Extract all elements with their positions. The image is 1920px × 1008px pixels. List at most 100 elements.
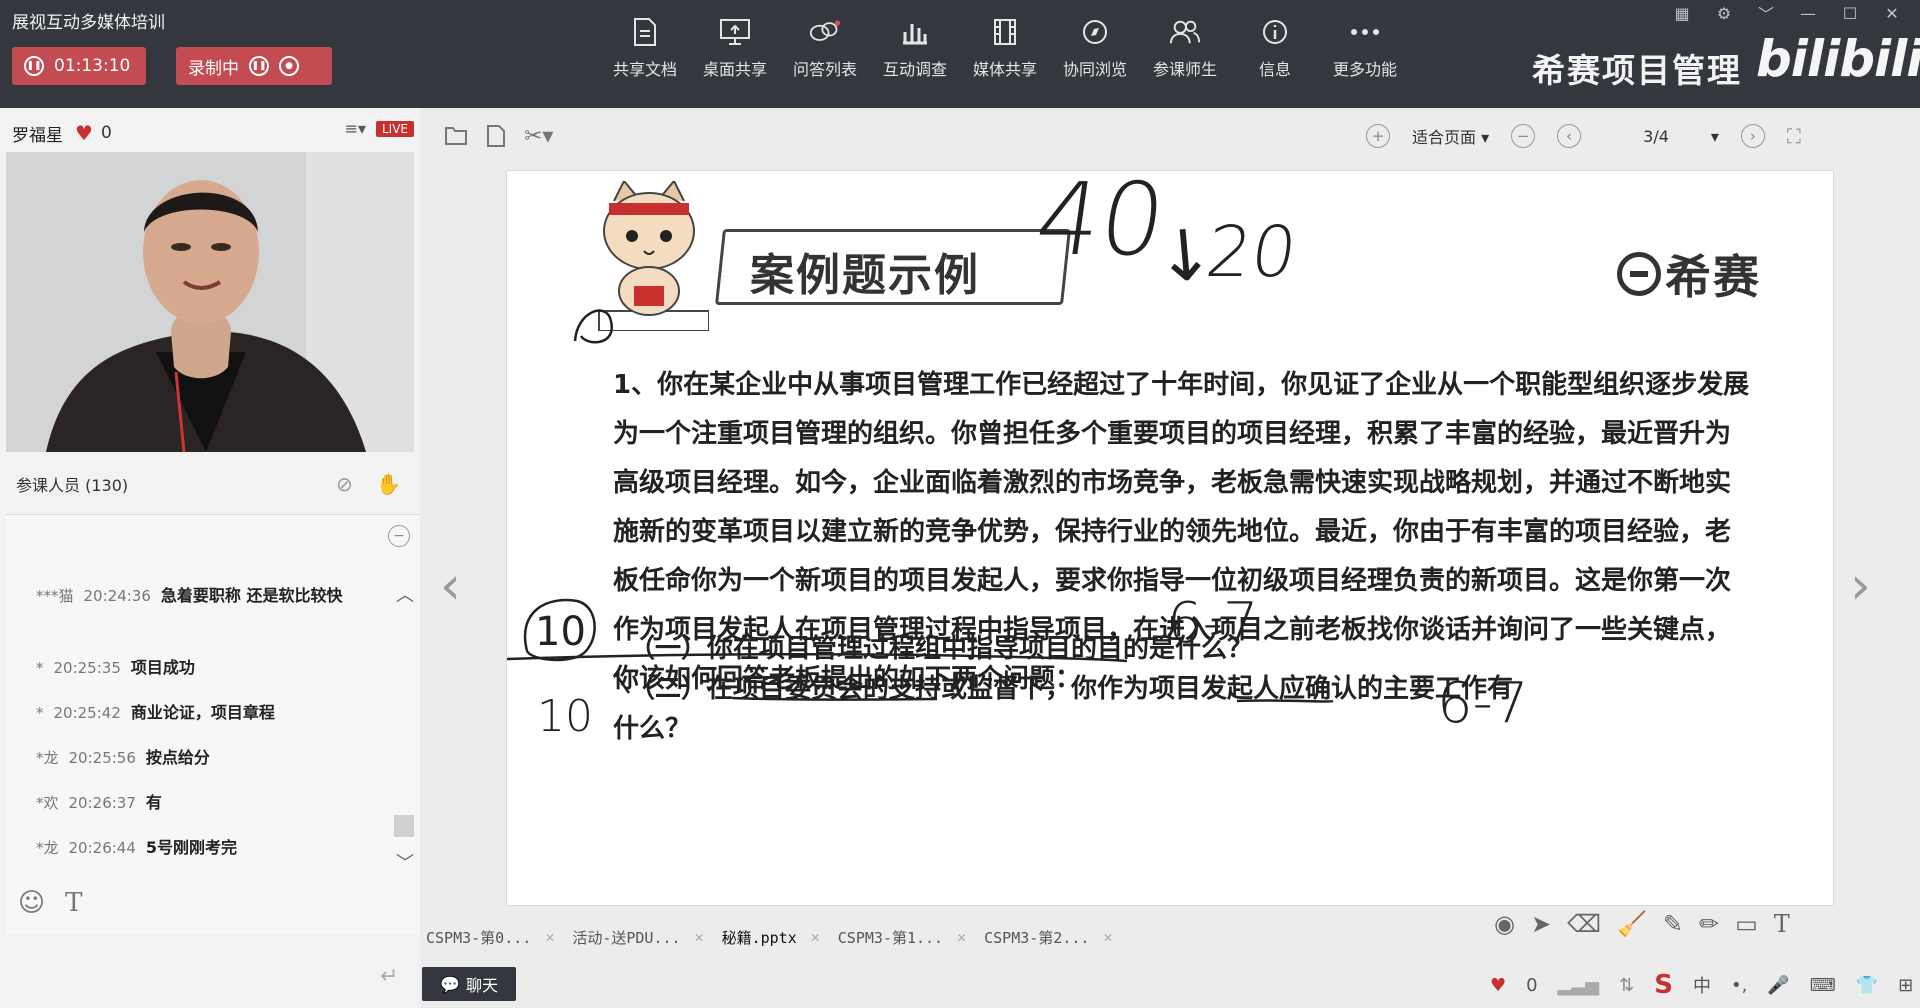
scroll-down-icon[interactable]: ﹀	[396, 849, 414, 875]
send-icon[interactable]: ↵	[380, 964, 398, 989]
text-format-icon[interactable]: T	[65, 888, 82, 918]
chat-message: *欢 20:26:37 有	[36, 793, 162, 812]
film-icon	[989, 16, 1021, 48]
pause-timer-button[interactable]: ❚❚ 01:13:10	[12, 47, 146, 85]
zoom-select[interactable]: 适合页面 ▾	[1412, 124, 1489, 148]
emoji-icon[interactable]: ☺	[18, 888, 45, 918]
file-tab[interactable]: 活动-送PDU... ✕	[566, 922, 709, 952]
brand-name: 希赛项目管理	[1532, 51, 1742, 90]
close-tab-icon[interactable]: ✕	[1103, 928, 1112, 946]
page-dropdown-icon[interactable]: ▾	[1711, 127, 1719, 146]
tool-co-browse[interactable]: 协同浏览	[1050, 16, 1140, 80]
bilibili-logo: bilibili	[1756, 30, 1920, 88]
fullscreen-icon[interactable]: ⛶	[1787, 124, 1801, 148]
handwriting-10: 10	[537, 691, 593, 742]
close-tab-icon[interactable]: ✕	[957, 928, 966, 946]
hand-raise-icon[interactable]: ✋	[376, 472, 401, 496]
signal-icon: ▂▃▅	[1557, 974, 1600, 996]
sub-question-1: （一）你在项目管理过程组中指导项目的目的是什么？	[629, 634, 1254, 664]
camera-off-icon[interactable]: ⊘	[336, 472, 353, 496]
chat-message: *龙 20:26:44 5号刚刚考完	[36, 838, 238, 857]
settings-icon[interactable]: ⚙	[1706, 2, 1742, 24]
bottom-likes-count: 0	[1526, 974, 1538, 996]
record-dot-icon[interactable]: ◉	[1494, 910, 1515, 938]
collapse-chat-icon[interactable]: −	[388, 525, 410, 547]
annotation-tools: ◉ ➤ ⌫ 🧹 ✎ ✏ ▭ T	[1494, 910, 1790, 938]
app-title: 展视互动多媒体培训	[12, 13, 165, 33]
recording-status: 录制中	[188, 58, 239, 79]
scrollbar-thumb[interactable]	[394, 815, 414, 837]
recording-button[interactable]: 录制中 ❚❚ ●	[176, 47, 332, 85]
handwriting-20: 20	[1201, 211, 1302, 293]
close-icon[interactable]: ✕	[1874, 2, 1910, 24]
keyboard-icon[interactable]: ⌨	[1810, 975, 1836, 996]
qa-list-icon	[809, 16, 841, 48]
collapse-icon[interactable]: ﹀	[1748, 2, 1784, 24]
tool-media-share[interactable]: 媒体共享	[960, 16, 1050, 80]
zoom-out-icon[interactable]: −	[1511, 124, 1536, 148]
highlighter-icon[interactable]: ✎	[1663, 910, 1683, 938]
window-controls: ▦ ⚙ ﹀ — ☐ ✕	[1664, 2, 1910, 25]
punctuation-icon[interactable]: •,	[1731, 975, 1747, 996]
page-indicator[interactable]: 3/4	[1643, 127, 1669, 146]
minimize-icon[interactable]: —	[1790, 2, 1826, 24]
tool-qa-list[interactable]: 问答列表	[780, 16, 870, 80]
pause-icon: ❚❚	[24, 56, 44, 76]
pointer-icon[interactable]: ➤	[1531, 910, 1551, 938]
close-tab-icon[interactable]: ✕	[545, 928, 554, 946]
close-tab-icon[interactable]: ✕	[695, 928, 704, 946]
tool-desktop-share[interactable]: 桌面共享	[690, 16, 780, 80]
file-tab[interactable]: CSPM3-第0... ✕	[420, 922, 560, 952]
ime-s-icon[interactable]: S	[1654, 970, 1673, 1000]
stop-recording-icon[interactable]: ●	[279, 56, 299, 76]
layout-icon[interactable]: ▦	[1664, 2, 1700, 24]
info-icon	[1259, 16, 1291, 48]
next-page-icon[interactable]: ›	[1740, 124, 1765, 148]
participants-label: 参课人员 (130)	[16, 476, 129, 495]
file-tab[interactable]: CSPM3-第1... ✕	[832, 922, 972, 952]
pen-icon[interactable]: ✏	[1699, 910, 1719, 938]
tool-info[interactable]: 信息	[1230, 16, 1320, 80]
zoom-in-icon[interactable]: +	[1366, 124, 1390, 148]
skin-icon[interactable]: 👕	[1856, 975, 1878, 996]
open-folder-icon[interactable]	[444, 124, 468, 152]
file-tab-active[interactable]: 秘籍.pptx ✕	[716, 922, 826, 952]
close-tab-icon[interactable]: ✕	[811, 928, 820, 946]
participants-row: 参课人员 (130) ⊘ ✋	[16, 472, 406, 496]
chat-button[interactable]: 💬 聊天	[422, 967, 516, 1001]
clear-icon[interactable]: 🧹	[1617, 910, 1647, 938]
mic-icon[interactable]: 🎤	[1767, 975, 1789, 996]
desktop-share-icon	[719, 16, 751, 48]
eraser-icon[interactable]: ⌫	[1567, 910, 1601, 938]
timer-text: 01:13:10	[54, 56, 131, 76]
scissors-icon[interactable]: ✂▾	[524, 124, 553, 152]
tool-more[interactable]: 更多功能	[1320, 16, 1410, 80]
prev-page-icon[interactable]: ‹	[1557, 124, 1582, 148]
chat-input-row: ☺ T	[18, 888, 82, 918]
next-slide-arrow[interactable]: ›	[1850, 556, 1871, 616]
live-badge: LIVE	[375, 121, 414, 137]
ime-language[interactable]: 中	[1693, 972, 1711, 998]
new-document-icon[interactable]	[486, 124, 506, 152]
document-toolbar: ✂▾ + 适合页面 ▾ − ‹ 3/4 ▾ › ⛶	[430, 120, 1910, 154]
users-icon	[1169, 16, 1201, 48]
scroll-up-icon[interactable]: ︿	[396, 581, 414, 607]
chat-message: * 20:25:42 商业论证，项目章程	[36, 703, 275, 722]
file-tab[interactable]: CSPM3-第2... ✕	[978, 922, 1118, 952]
clipped-message	[42, 545, 46, 557]
heart-icon[interactable]: ♥	[75, 121, 93, 145]
text-tool-icon[interactable]: T	[1774, 910, 1790, 938]
document-share-icon	[629, 16, 661, 48]
rectangle-icon[interactable]: ▭	[1735, 910, 1758, 938]
prev-slide-arrow[interactable]: ‹	[440, 556, 461, 616]
tool-share-document[interactable]: 共享文档	[600, 16, 690, 80]
like-heart-icon[interactable]: ♥	[1490, 975, 1506, 996]
pause-recording-icon[interactable]: ❚❚	[249, 56, 269, 76]
tool-participants[interactable]: 参课师生	[1140, 16, 1230, 80]
maximize-icon[interactable]: ☐	[1832, 2, 1868, 24]
ime-grid-icon[interactable]: ⊞	[1898, 975, 1913, 996]
list-menu-icon[interactable]: ≡▾	[345, 119, 366, 138]
tool-interactive-survey[interactable]: 互动调查	[870, 16, 960, 80]
cat-mascot-icon	[589, 179, 710, 332]
handwriting-6-7-q1: 6-7	[1167, 591, 1259, 656]
